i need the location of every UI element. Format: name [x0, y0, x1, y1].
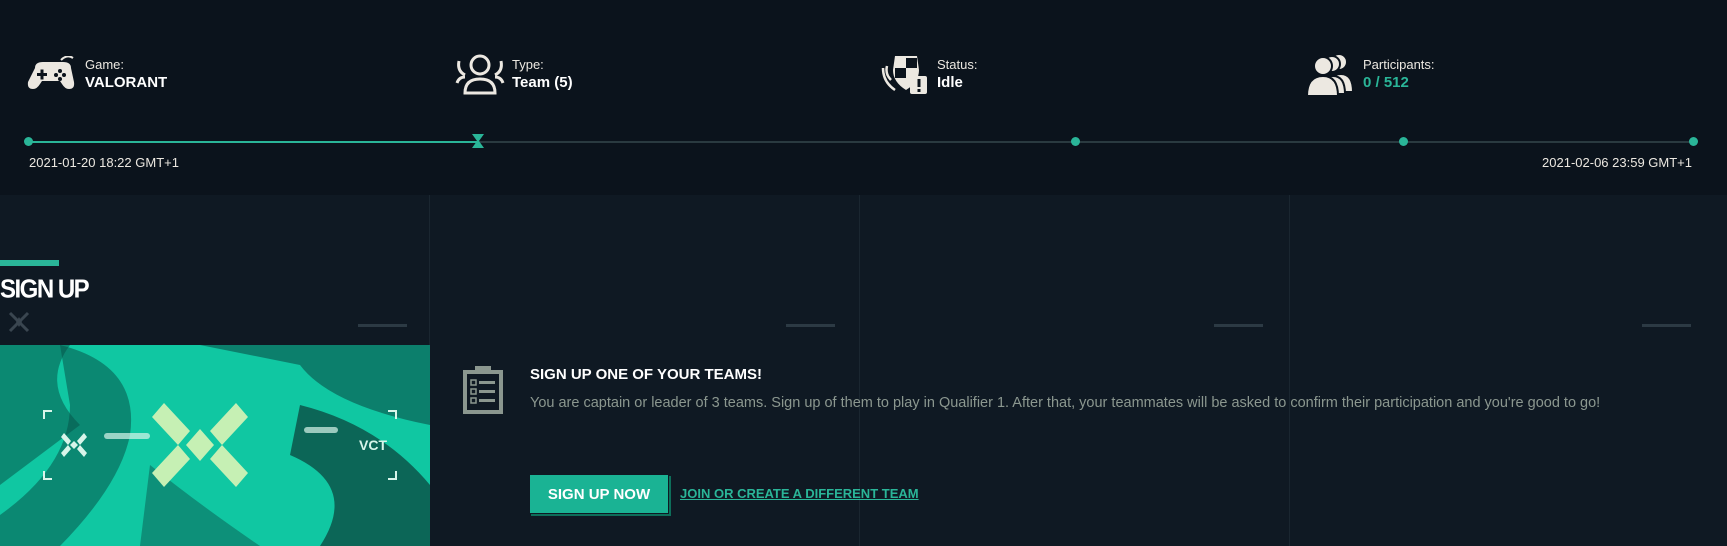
timeline-progress-fill	[28, 141, 478, 143]
vct-logo-icon	[8, 311, 30, 338]
sign-up-now-button[interactable]: SIGN UP NOW	[530, 475, 671, 516]
column-dash	[1642, 324, 1691, 327]
timeline-start-dot	[24, 137, 33, 146]
column-dash	[786, 324, 835, 327]
timeline-start-date: 2021-01-20 18:22 GMT+1	[29, 155, 179, 170]
stat-type-value: Team (5)	[512, 73, 573, 91]
column-dash	[1214, 324, 1263, 327]
stat-status-value: Idle	[937, 73, 963, 91]
timeline-end-dot	[1689, 137, 1698, 146]
join-or-create-team-link[interactable]: JOIN OR CREATE A DIFFERENT TEAM	[680, 486, 919, 501]
participants-icon	[1303, 50, 1359, 98]
stat-participants: Participants: 0 / 512	[1303, 50, 1435, 98]
section-accent-bar	[0, 260, 59, 266]
stat-type-label: Type:	[512, 56, 544, 72]
section-title: SIGN UP	[0, 275, 90, 305]
signup-cta-description: You are captain or leader of 3 teams. Si…	[530, 395, 1601, 411]
timeline-phase-dot	[1399, 137, 1409, 146]
shield-warning-icon	[877, 50, 933, 98]
banner-text: VCT	[359, 437, 387, 453]
tournament-info-header: Game: VALORANT Type: Team (5) Status: Id…	[0, 0, 1727, 195]
clipboard-icon	[462, 365, 504, 420]
column-divider	[1289, 195, 1290, 546]
team-icon	[452, 50, 508, 98]
stat-participants-label: Participants:	[1363, 56, 1435, 72]
hourglass-icon	[471, 134, 484, 153]
signup-section: SIGN UP VCT SIGN UP ONE OF YOUR TEAMS! Y…	[0, 195, 1727, 546]
tournament-timeline	[24, 134, 1698, 148]
vct-banner-image: VCT	[0, 345, 430, 546]
stat-game-value: VALORANT	[85, 73, 168, 91]
stat-status: Status: Idle	[877, 50, 977, 98]
stat-game-label: Game:	[85, 56, 125, 72]
stat-game: Game: VALORANT	[25, 50, 167, 98]
stat-type: Type: Team (5)	[452, 50, 573, 98]
timeline-phase-dot	[1071, 137, 1081, 146]
column-dash	[358, 324, 407, 327]
timeline-end-date: 2021-02-06 23:59 GMT+1	[1542, 155, 1692, 170]
signup-cta-title: SIGN UP ONE OF YOUR TEAMS!	[530, 366, 762, 383]
stat-status-label: Status:	[937, 56, 978, 72]
gamepad-icon	[25, 50, 81, 98]
stat-participants-value: 0 / 512	[1363, 73, 1409, 91]
